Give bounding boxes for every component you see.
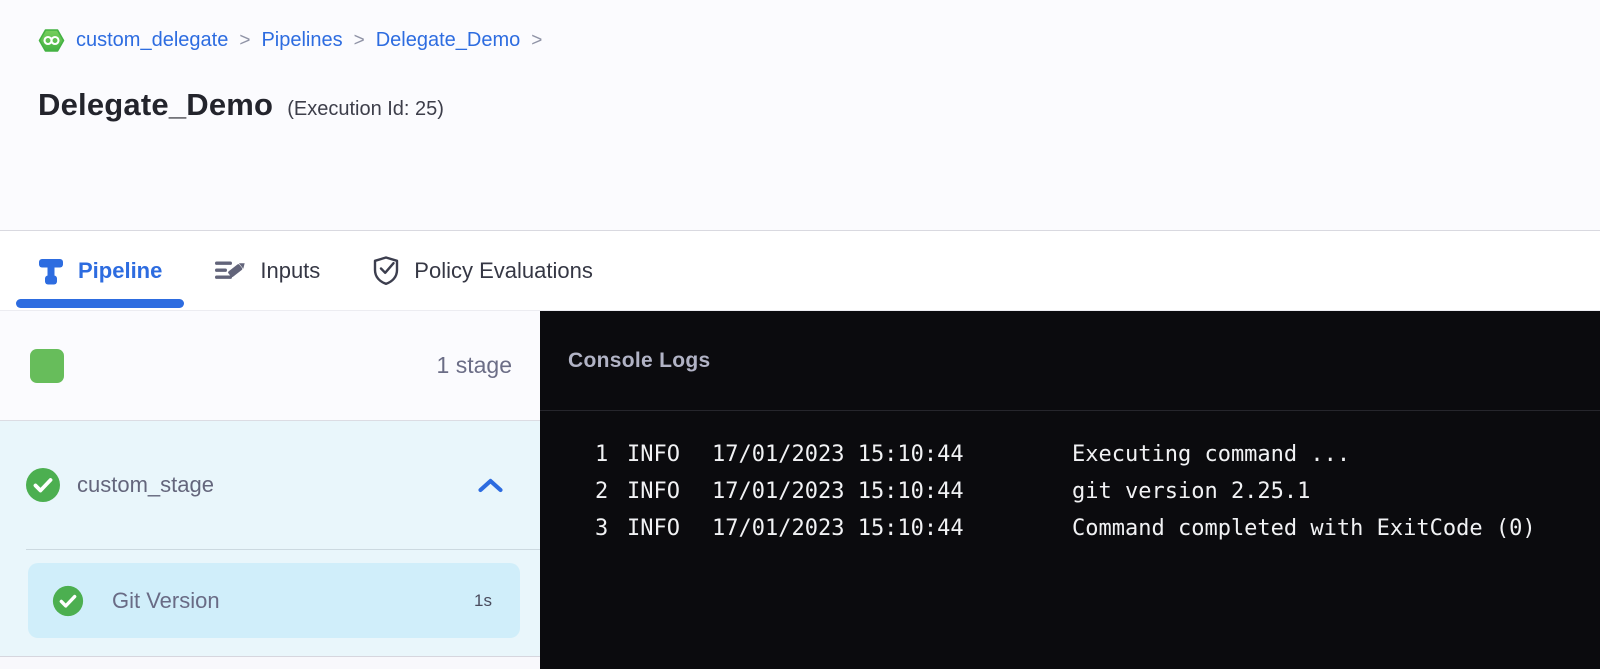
log-line: 2 INFO 17/01/2023 15:10:44 git version 2…: [540, 473, 1600, 510]
tab-pipeline[interactable]: Pipeline: [16, 231, 184, 310]
page-header: custom_delegate > Pipelines > Delegate_D…: [0, 0, 1600, 231]
tab-label: Policy Evaluations: [414, 258, 593, 284]
breadcrumb-link-pipelines[interactable]: Pipelines: [261, 29, 342, 52]
step-duration: 1s: [474, 591, 492, 611]
tab-policy-evaluations[interactable]: Policy Evaluations: [350, 231, 615, 310]
title-row: Delegate_Demo (Execution Id: 25): [38, 87, 1600, 123]
breadcrumb-separator: >: [531, 30, 542, 52]
log-level: INFO: [627, 442, 684, 467]
log-timestamp: 17/01/2023 15:10:44: [712, 442, 967, 467]
log-line-number: 1: [595, 442, 611, 467]
log-message: Executing command ...: [1072, 442, 1350, 467]
stage-status-square[interactable]: [30, 349, 64, 383]
breadcrumb-separator: >: [354, 30, 365, 52]
stage-count-label: 1 stage: [437, 352, 512, 379]
breadcrumb-separator: >: [239, 30, 250, 52]
step-name: Git Version: [112, 588, 220, 614]
log-line-number: 2: [595, 479, 611, 504]
console-title: Console Logs: [568, 349, 710, 373]
step-list: Git Version 1s: [0, 550, 540, 638]
stage-panel-footer: [0, 656, 540, 669]
stage-name: custom_stage: [77, 472, 214, 498]
tab-bar: Pipeline Inputs: [0, 231, 1600, 311]
console-panel: Console Logs 1 INFO 17/01/2023 15:10:44 …: [540, 311, 1600, 669]
policy-evaluations-icon: [372, 255, 400, 286]
stage-summary-row: 1 stage: [0, 311, 540, 421]
log-line: 1 INFO 17/01/2023 15:10:44 Executing com…: [540, 436, 1600, 473]
console-header: Console Logs: [540, 311, 1600, 411]
app-root: custom_delegate > Pipelines > Delegate_D…: [0, 0, 1600, 669]
stage-group: custom_stage: [0, 421, 540, 656]
project-infinity-icon: [38, 27, 65, 54]
breadcrumb-link-project[interactable]: custom_delegate: [76, 29, 228, 52]
chevron-up-icon[interactable]: [477, 477, 504, 494]
tab-label: Inputs: [260, 258, 320, 284]
pipeline-icon: [38, 256, 64, 286]
log-level: INFO: [627, 479, 684, 504]
success-check-icon: [25, 467, 61, 503]
page-title: Delegate_Demo: [38, 87, 273, 123]
breadcrumb-link-pipeline[interactable]: Delegate_Demo: [376, 29, 521, 52]
log-timestamp: 17/01/2023 15:10:44: [712, 516, 967, 541]
tab-label: Pipeline: [78, 258, 162, 284]
log-timestamp: 17/01/2023 15:10:44: [712, 479, 967, 504]
log-line-number: 3: [595, 516, 611, 541]
log-message: Command completed with ExitCode (0): [1072, 516, 1536, 541]
tab-inputs[interactable]: Inputs: [192, 231, 342, 310]
success-check-icon: [52, 585, 84, 617]
inputs-icon: [214, 257, 246, 284]
log-line: 3 INFO 17/01/2023 15:10:44 Command compl…: [540, 510, 1600, 547]
stage-row-custom-stage[interactable]: custom_stage: [0, 421, 540, 549]
log-message: git version 2.25.1: [1072, 479, 1310, 504]
step-item-git-version[interactable]: Git Version 1s: [28, 563, 520, 638]
stage-panel: 1 stage custom_stage: [0, 311, 540, 669]
main-area: 1 stage custom_stage: [0, 311, 1600, 669]
log-level: INFO: [627, 516, 684, 541]
breadcrumb: custom_delegate > Pipelines > Delegate_D…: [38, 27, 1600, 54]
console-log-area[interactable]: 1 INFO 17/01/2023 15:10:44 Executing com…: [540, 411, 1600, 547]
execution-id-label: (Execution Id: 25): [287, 98, 444, 121]
